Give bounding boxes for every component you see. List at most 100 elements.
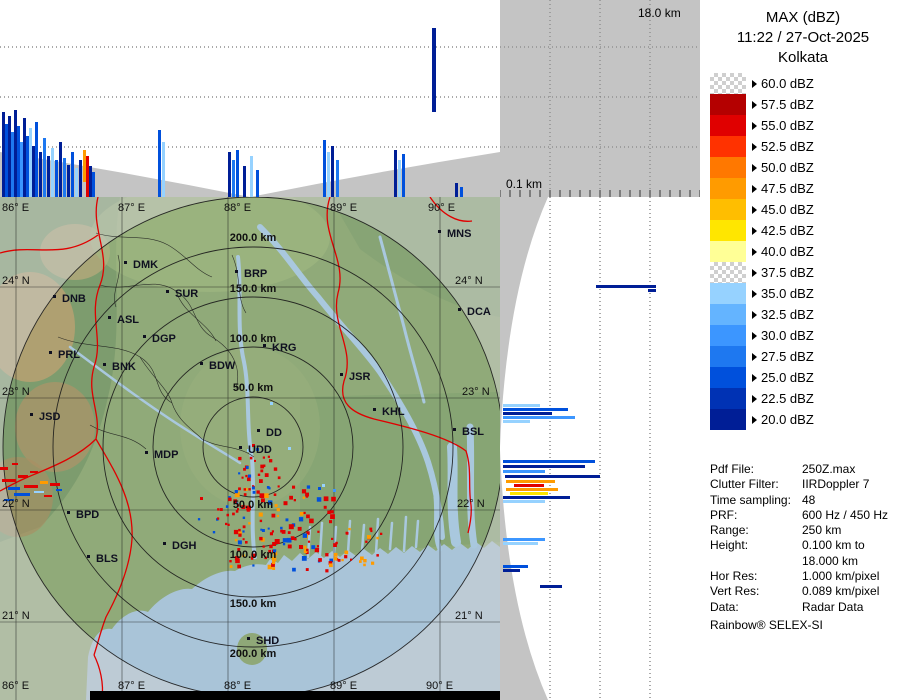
echo-bar (503, 412, 552, 415)
echo-speckle (288, 545, 292, 549)
dbz-label: 27.5 dBZ (761, 349, 814, 364)
info-label: PRF: (710, 508, 802, 523)
echo-streak (44, 495, 52, 497)
lat-label: 21° N (455, 610, 483, 622)
echo-streak (34, 491, 44, 493)
echo-speckle (344, 555, 347, 558)
swatch-arrow-icon (752, 374, 757, 382)
dbz-label: 55.0 dBZ (761, 118, 814, 133)
city-marker (438, 230, 441, 233)
dbz-swatch (710, 388, 746, 409)
echo-bar (83, 150, 86, 182)
echo-speckle (274, 493, 277, 496)
echo-speckle (225, 523, 227, 525)
info-value: IIRDoppler 7 (802, 477, 869, 492)
echo-speckle (272, 514, 276, 518)
echo-bar (75, 168, 78, 197)
dbz-swatch (710, 304, 746, 325)
echo-bar (503, 420, 530, 423)
echo-speckle (317, 531, 319, 533)
city-label: BRP (244, 268, 267, 280)
info-value: 250Z.max (802, 462, 855, 477)
echo-bar (336, 160, 339, 197)
echo-speckle (302, 489, 306, 493)
city-label: DGP (152, 333, 176, 345)
echo-speckle (338, 559, 341, 562)
yz-plot-background (500, 197, 700, 700)
city-marker (145, 451, 148, 454)
echo-speckle (300, 512, 304, 516)
lon-label: 87° E (118, 202, 145, 214)
height-axis-max-label: 18.0 km (638, 6, 681, 20)
echo-speckle (198, 518, 200, 520)
echo-speckle (272, 567, 275, 570)
city-label: PRL (58, 349, 80, 361)
echo-bar (26, 136, 29, 197)
radar-map-panel[interactable]: 86° E87° E88° E89° E90° E86° E87° E88° E… (0, 197, 500, 700)
range-ring-label: 150.0 km (230, 283, 277, 295)
info-row: PRF:600 Hz / 450 Hz (710, 508, 902, 523)
echo-speckle (302, 556, 307, 561)
echo-bar (596, 285, 656, 288)
swatch-arrow-icon (752, 416, 757, 424)
height-axis-min-label: 0.1 km (506, 177, 542, 191)
echo-speckle (243, 468, 246, 471)
echo-bar (43, 138, 46, 197)
echo-speckle (220, 508, 223, 511)
dbz-swatch (710, 325, 746, 346)
product-info-block: Pdf File:250Z.maxClutter Filter:IIRDoppl… (710, 462, 902, 615)
echo-speckle (284, 501, 288, 505)
echo-speckle (265, 473, 269, 477)
legend-entry: 45.0 dBZ (710, 199, 906, 220)
echo-speckle (275, 504, 278, 507)
echo-bar (35, 122, 38, 197)
city-marker (87, 555, 90, 558)
echo-streak (40, 481, 48, 484)
dbz-label: 42.5 dBZ (761, 223, 814, 238)
product-title: MAX (dBZ) (700, 8, 906, 28)
yz-projection-panel[interactable] (500, 197, 700, 700)
info-value: 18.000 km (802, 554, 858, 569)
echo-speckle (360, 557, 364, 561)
echo-speckle (242, 477, 244, 479)
echo-speckle (333, 543, 337, 547)
echo-speckle (318, 558, 322, 562)
dbz-swatch (710, 136, 746, 157)
info-label: Time sampling: (710, 493, 802, 508)
lon-label: 88° E (224, 680, 251, 692)
echo-speckle (367, 535, 371, 539)
echo-speckle (262, 529, 265, 532)
echo-speckle (324, 506, 327, 509)
scan-datetime: 11:22 / 27-Oct-2025 (700, 28, 906, 48)
echo-speckle (311, 545, 315, 549)
legend-entry: 47.5 dBZ (710, 178, 906, 199)
echo-speckle (238, 540, 242, 544)
echo-bar (503, 408, 568, 411)
height-axis-corner: 18.0 km 0.1 km (500, 0, 700, 197)
echo-speckle (345, 551, 349, 555)
xz-projection-panel[interactable] (0, 0, 500, 197)
swatch-arrow-icon (752, 311, 757, 319)
dbz-swatch (710, 283, 746, 304)
info-row: Time sampling:48 (710, 493, 902, 508)
city-label: BNK (112, 361, 136, 373)
range-ring-label: 100.0 km (230, 333, 277, 345)
city-marker (103, 363, 106, 366)
echo-bar (503, 565, 528, 568)
echo-bar (250, 156, 253, 197)
city-marker (143, 335, 146, 338)
dbz-swatch (710, 199, 746, 220)
echo-dot (318, 487, 321, 490)
echo-bar (14, 110, 17, 197)
echo-speckle (369, 528, 372, 531)
echo-speckle (257, 490, 260, 493)
echo-speckle (307, 485, 310, 488)
echo-bar (503, 496, 570, 499)
echo-speckle (235, 490, 238, 493)
echo-bar (232, 160, 235, 197)
legend-entry: 40.0 dBZ (710, 241, 906, 262)
swatch-arrow-icon (752, 206, 757, 214)
info-label: Clutter Filter: (710, 477, 802, 492)
echo-speckle (309, 519, 314, 524)
lat-label: 23° N (2, 386, 30, 398)
